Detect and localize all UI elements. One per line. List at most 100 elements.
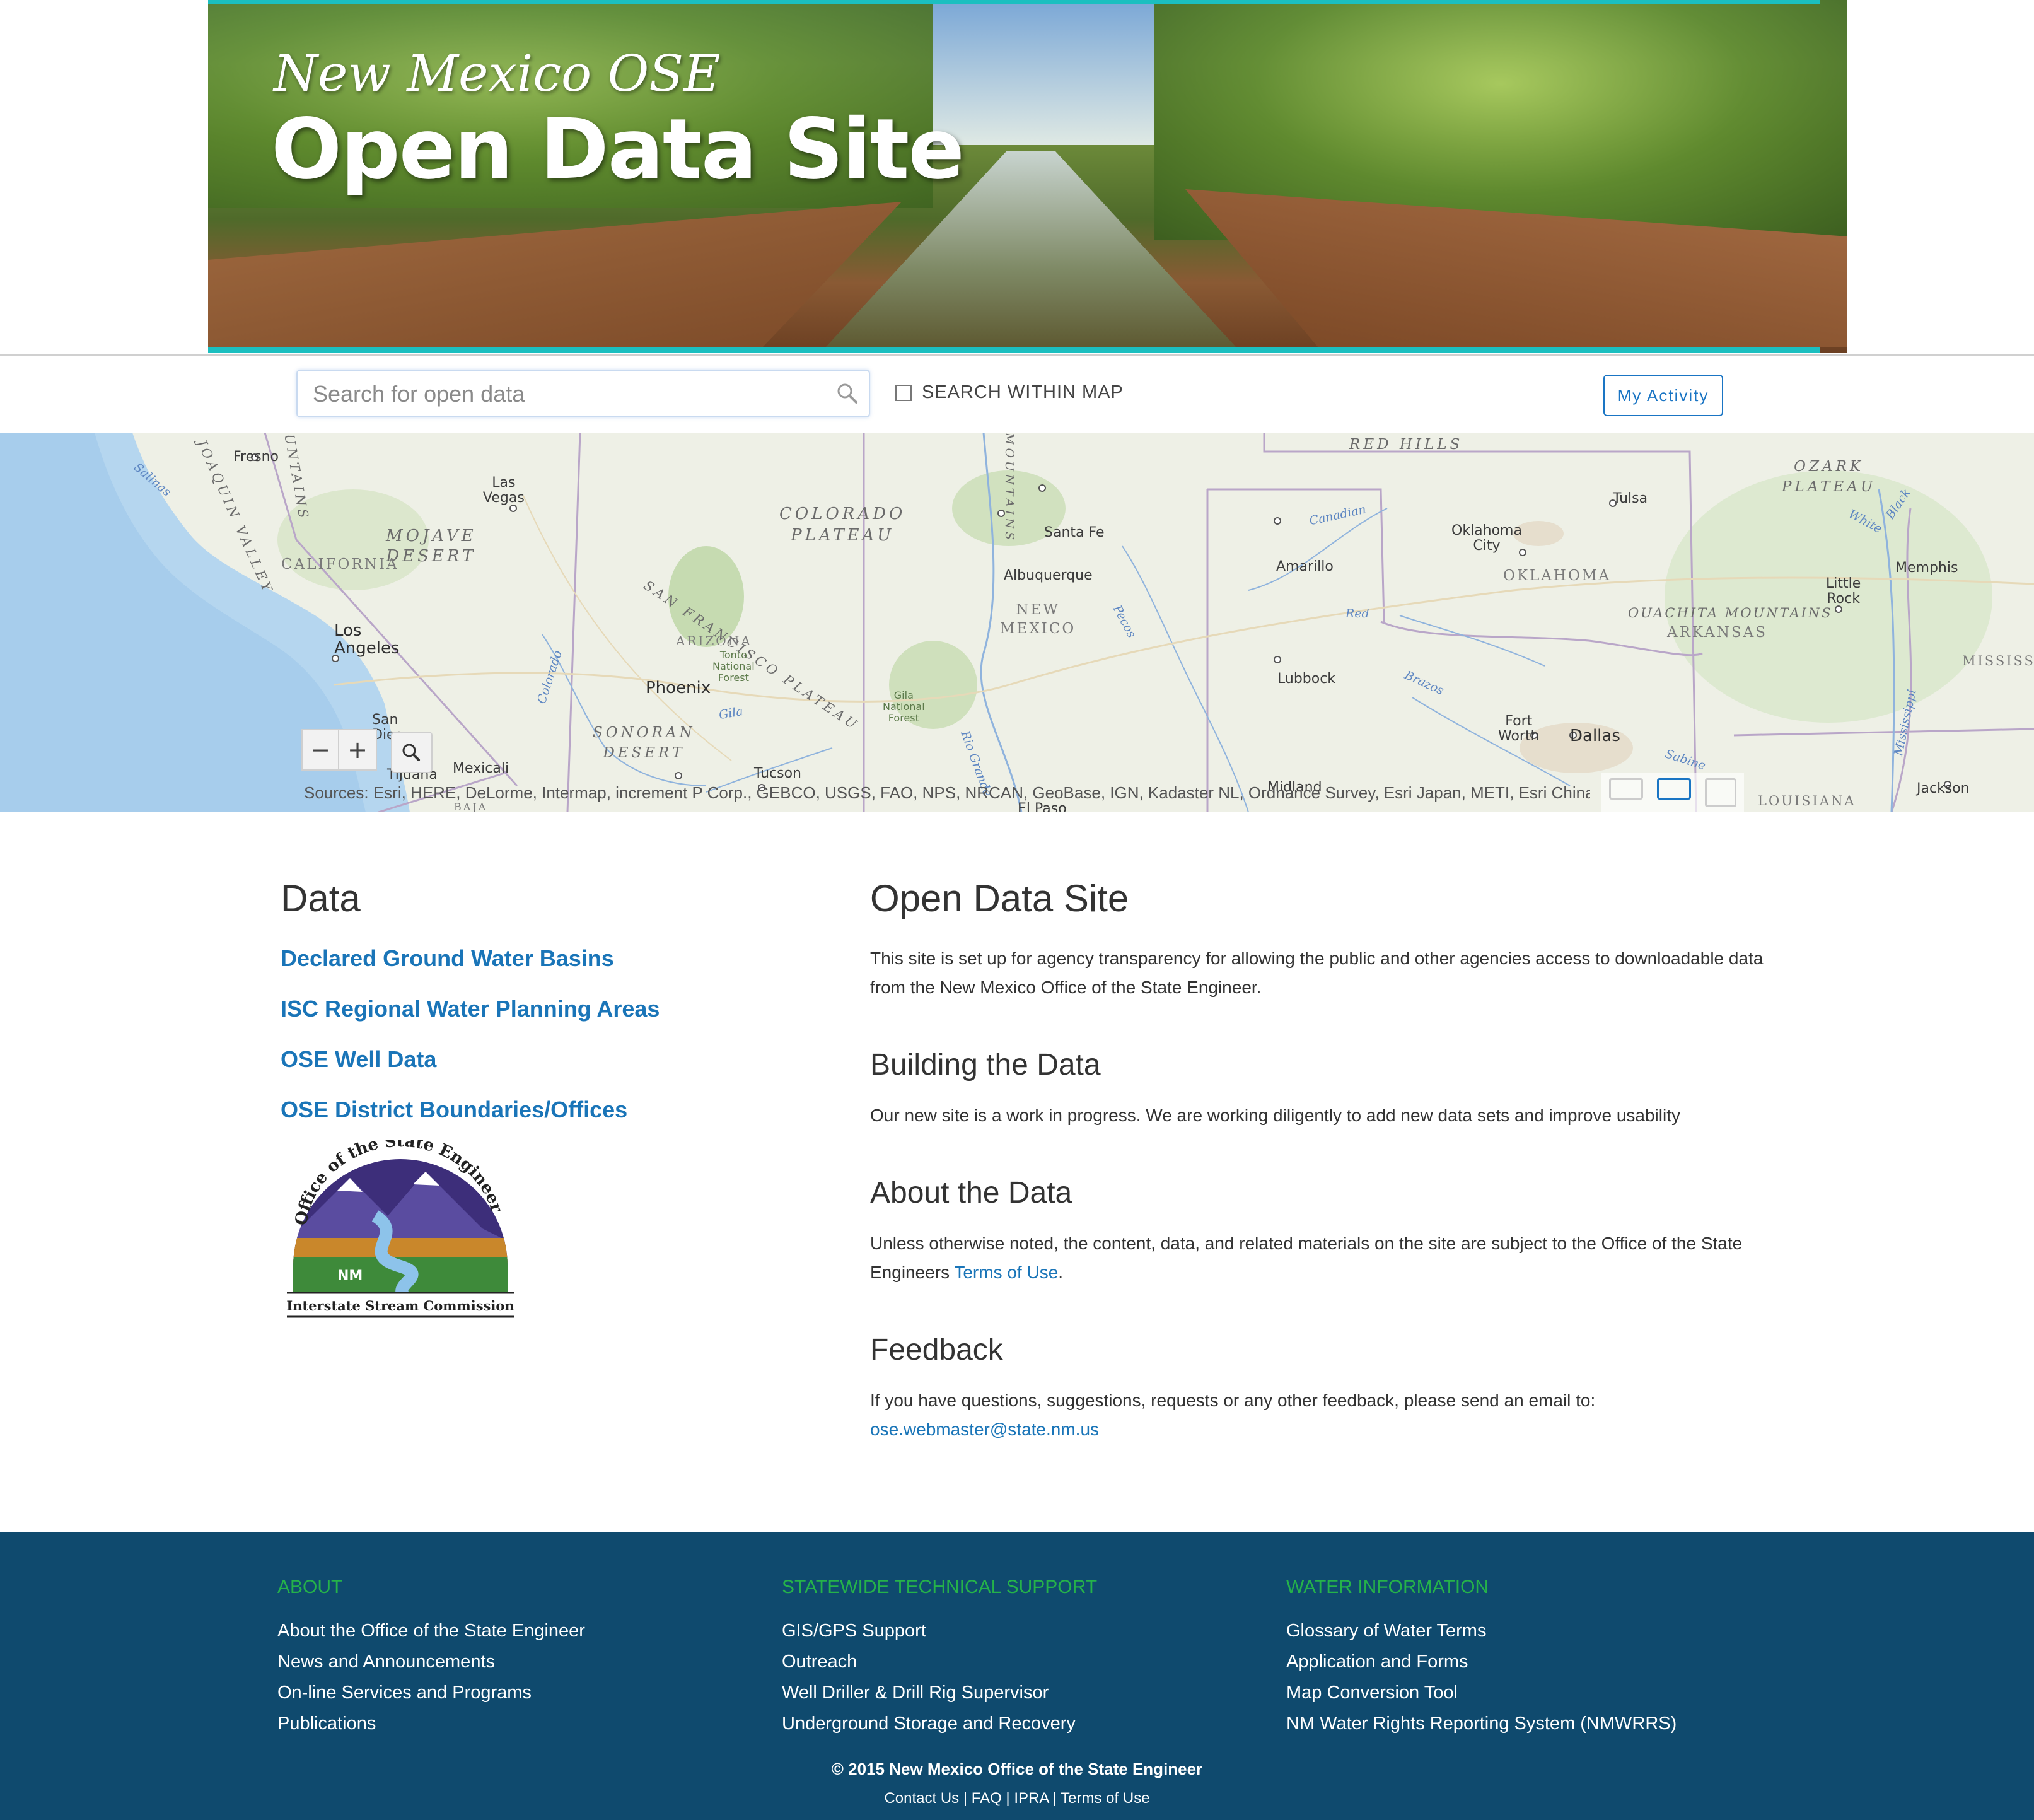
map-label-tonto: Tonto National Forest — [712, 649, 755, 684]
footer-link-glossary[interactable]: Glossary of Water Terms — [1286, 1621, 1677, 1642]
map-label-oklahoma: OKLAHOMA — [1503, 568, 1611, 584]
site-footer: ABOUT About the Office of the State Engi… — [0, 1532, 2034, 1820]
map-label-oklahoma-city: Oklahoma City — [1451, 523, 1522, 554]
link-declared-ground-water-basins[interactable]: Declared Ground Water Basins — [281, 945, 785, 972]
footer-link-outreach[interactable]: Outreach — [782, 1652, 1097, 1672]
map-label-red-river: Red — [1345, 607, 1369, 621]
map-search-button[interactable] — [391, 732, 433, 773]
map-label-fresno: Fresno — [233, 449, 279, 465]
map-label-mojave: MOJAVE DESERT — [386, 527, 477, 566]
map-label-sonoran: SONORAN DESERT — [593, 725, 695, 761]
map-label-red-hills: RED HILLS — [1349, 436, 1463, 453]
map-label-dallas: Dallas — [1570, 726, 1620, 745]
map-label-ouachita: OUACHITA MOUNTAINS — [1628, 605, 1833, 621]
about-text: Unless otherwise noted, the content, dat… — [870, 1229, 1765, 1287]
link-ose-well-data[interactable]: OSE Well Data — [281, 1046, 785, 1073]
map-label-jackson: Jackson — [1917, 781, 1970, 796]
map-view[interactable]: Fresno Las Vegas MOJAVE DESERT CALIFORNI… — [0, 433, 2034, 812]
basemap-option-1[interactable] — [1609, 778, 1643, 800]
search-within-map-toggle[interactable]: SEARCH WITHIN MAP — [895, 382, 1124, 403]
footer-link-applications[interactable]: Application and Forms — [1286, 1652, 1677, 1672]
footer-link-underground-storage[interactable]: Underground Storage and Recovery — [782, 1713, 1097, 1734]
footer-link-about-ose[interactable]: About the Office of the State Engineer — [277, 1621, 585, 1642]
banner-road-left — [208, 202, 902, 347]
footer-link-ipra[interactable]: IPRA — [1014, 1790, 1049, 1807]
search-icon[interactable] — [835, 381, 860, 406]
map-label-arkansas: ARKANSAS — [1667, 624, 1768, 641]
map-label-mexicali: Mexicali — [453, 761, 509, 776]
footer-water-heading: WATER INFORMATION — [1286, 1577, 1489, 1597]
footer-link-news[interactable]: News and Announcements — [277, 1652, 585, 1672]
footer-link-faq[interactable]: FAQ — [972, 1790, 1002, 1807]
footer-link-nmwrrs[interactable]: NM Water Rights Reporting System (NMWRRS… — [1286, 1713, 1677, 1734]
footer-link-gis-gps[interactable]: GIS/GPS Support — [782, 1621, 1097, 1642]
map-zoom-controls: − + — [301, 729, 377, 771]
footer-link-publications[interactable]: Publications — [277, 1713, 585, 1734]
feedback-text: If you have questions, suggestions, requ… — [870, 1386, 1765, 1444]
zoom-in-button[interactable]: + — [339, 729, 377, 771]
map-label-lubbock: Lubbock — [1277, 671, 1336, 687]
map-label-mountains-2: MOUNTAINS — [1002, 433, 1016, 544]
footer-link-terms[interactable]: Terms of Use — [1061, 1790, 1149, 1807]
search-within-map-checkbox[interactable] — [895, 384, 912, 401]
logo-bottom-text: Interstate Stream Commission — [286, 1298, 514, 1314]
feedback-email-link[interactable]: ose.webmaster@state.nm.us — [870, 1420, 1099, 1439]
banner-top-accent — [208, 0, 1820, 4]
magnifier-icon — [402, 744, 420, 761]
map-label-gila-forest: Gila National Forest — [883, 689, 925, 724]
logo-nm-text: NM — [337, 1268, 363, 1284]
terms-of-use-link[interactable]: Terms of Use — [954, 1263, 1058, 1282]
search-box — [296, 370, 870, 417]
map-label-new-mexico: NEW MEXICO — [1000, 602, 1076, 637]
banner-sky — [933, 0, 1154, 145]
data-heading: Data — [281, 877, 361, 919]
basemap-option-3[interactable] — [1705, 778, 1736, 807]
link-isc-regional-water-planning-areas[interactable]: ISC Regional Water Planning Areas — [281, 996, 785, 1022]
map-label-louisiana: LOUISIANA — [1758, 793, 1856, 808]
basemap-switcher — [1601, 773, 1744, 812]
about-heading: About the Data — [870, 1176, 1072, 1210]
footer-link-online-services[interactable]: On-line Services and Programs — [277, 1683, 585, 1703]
banner-title: Open Data Site — [271, 101, 965, 198]
map-label-tucson: Tucson — [754, 766, 802, 781]
map-label-las-vegas: Las Vegas — [483, 475, 525, 506]
map-label-colorado-plateau: COLORADO PLATEAU — [779, 505, 906, 545]
feedback-text-body: If you have questions, suggestions, requ… — [870, 1391, 1596, 1410]
header-banner: New Mexico OSE Open Data Site — [208, 0, 1847, 353]
footer-about-column: ABOUT About the Office of the State Engi… — [277, 1577, 585, 1744]
map-label-santa-fe: Santa Fe — [1044, 525, 1105, 540]
ose-isc-logo: Office of the State Engineer NM Intersta… — [286, 1140, 514, 1318]
map-label-mississippi: MISSISSIPI — [1962, 653, 2034, 668]
map-label-memphis: Memphis — [1895, 560, 1958, 576]
footer-link-well-driller[interactable]: Well Driller & Drill Rig Supervisor — [782, 1683, 1097, 1703]
zoom-out-button[interactable]: − — [301, 729, 339, 771]
map-label-fort-worth: Fort Worth — [1498, 713, 1540, 744]
footer-support-heading: STATEWIDE TECHNICAL SUPPORT — [782, 1577, 1098, 1597]
footer-separator: | — [959, 1790, 972, 1807]
link-ose-district-boundaries[interactable]: OSE District Boundaries/Offices — [281, 1097, 785, 1123]
search-within-map-label: SEARCH WITHIN MAP — [922, 382, 1124, 402]
footer-support-column: STATEWIDE TECHNICAL SUPPORT GIS/GPS Supp… — [782, 1577, 1097, 1744]
info-section: Open Data Site This site is set up for a… — [870, 877, 1765, 1444]
basemap-option-2[interactable] — [1657, 778, 1691, 800]
footer-water-column: WATER INFORMATION Glossary of Water Term… — [1286, 1577, 1677, 1744]
footer-bottom-links: Contact Us | FAQ | IPRA | Terms of Use — [0, 1790, 2034, 1807]
map-label-arizona: ARIZONA — [676, 633, 752, 648]
map-label-amarillo: Amarillo — [1276, 559, 1334, 575]
footer-link-map-conversion[interactable]: Map Conversion Tool — [1286, 1683, 1677, 1703]
my-activity-button[interactable]: My Activity — [1603, 375, 1723, 416]
building-heading: Building the Data — [870, 1048, 1101, 1082]
footer-link-contact[interactable]: Contact Us — [884, 1790, 959, 1807]
search-input[interactable] — [311, 378, 818, 410]
feedback-heading: Feedback — [870, 1333, 1003, 1367]
data-section: Data Declared Ground Water Basins ISC Re… — [281, 877, 785, 1147]
map-attribution: Sources: Esri, HERE, DeLorme, Intermap, … — [304, 783, 1590, 802]
banner-bottom-accent — [208, 347, 1820, 353]
map-label-little-rock: Little Rock — [1826, 576, 1861, 607]
map-label-ozark: OZARK PLATEAU — [1782, 458, 1876, 495]
map-label-tulsa: Tulsa — [1613, 491, 1648, 506]
footer-separator: | — [1001, 1790, 1014, 1807]
footer-about-heading: ABOUT — [277, 1577, 343, 1597]
map-label-los-angeles: Los Angeles — [334, 621, 400, 658]
map-label-phoenix: Phoenix — [646, 679, 711, 697]
